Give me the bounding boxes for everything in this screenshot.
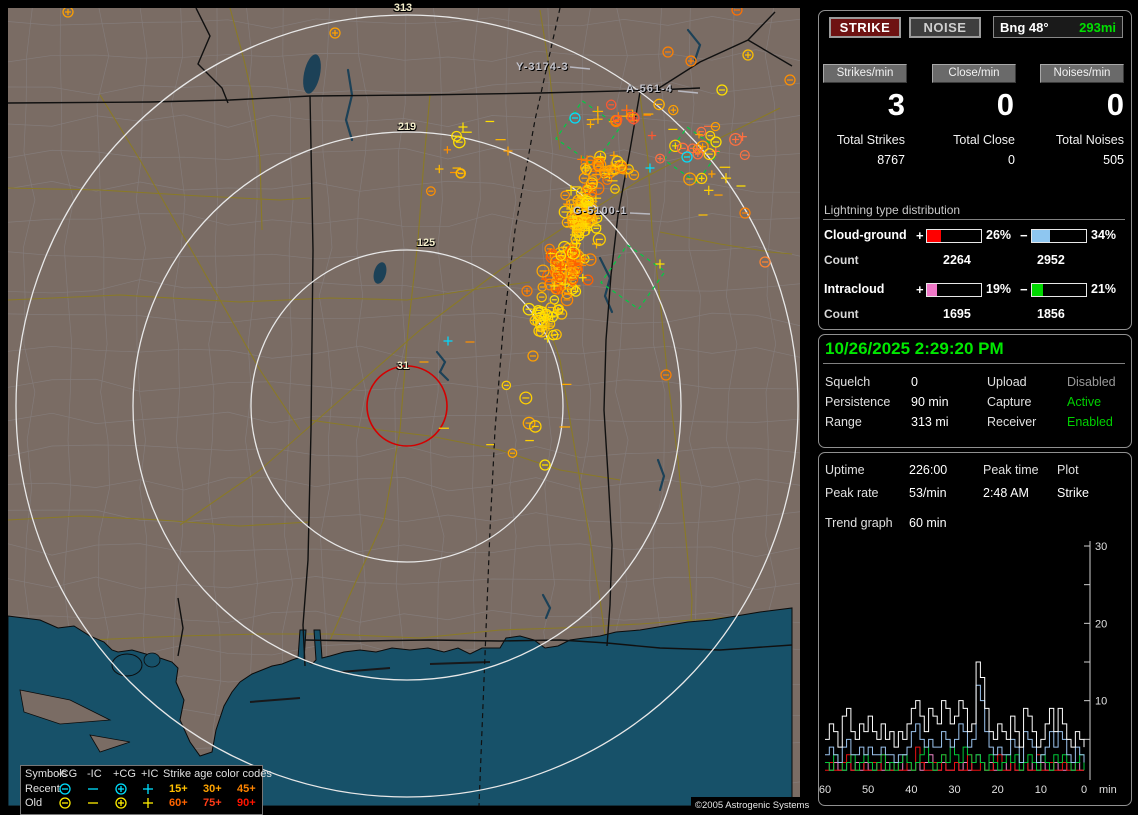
legend-age-title: Strike age color codes bbox=[163, 768, 272, 780]
squelch-label: Squelch bbox=[825, 375, 871, 389]
upload-status: Disabled bbox=[1067, 375, 1116, 389]
chip-close-per-min: Close/min bbox=[932, 64, 1016, 83]
age-code-60: 60+ bbox=[169, 797, 188, 809]
cg-count-label: Count bbox=[824, 253, 859, 267]
bearing-label: Bng 48° bbox=[1000, 19, 1049, 35]
legend-old-circplus-icon bbox=[115, 797, 127, 809]
total-noises-label: Total Noises bbox=[1055, 133, 1124, 147]
total-close-label: Total Close bbox=[953, 133, 1015, 147]
distribution-title: Lightning type distribution bbox=[824, 203, 961, 217]
svg-text:30: 30 bbox=[1095, 541, 1107, 553]
cloud-ground-label: Cloud-ground bbox=[824, 228, 907, 242]
svg-text:30: 30 bbox=[948, 784, 960, 796]
receiver-label: Receiver bbox=[987, 415, 1037, 429]
svg-text:min: min bbox=[1099, 784, 1117, 796]
age-code-30: 30+ bbox=[203, 783, 222, 795]
ic-pos-bar bbox=[926, 283, 982, 297]
strikes-per-min-value: 3 bbox=[887, 87, 905, 122]
upload-label: Upload bbox=[987, 375, 1027, 389]
strike-button[interactable]: STRIKE bbox=[829, 17, 901, 38]
cg-neg-bar bbox=[1031, 229, 1087, 243]
range-value: 313 mi bbox=[911, 415, 949, 429]
svg-text:40: 40 bbox=[905, 784, 917, 796]
cg-neg-pct: 34% bbox=[1091, 228, 1117, 242]
legend-recent-plus-icon bbox=[143, 784, 153, 794]
noise-button[interactable]: NOISE bbox=[909, 17, 981, 38]
chip-strikes-per-min: Strikes/min bbox=[823, 64, 907, 83]
strike-stats-panel: STRIKE NOISE Bng 48° 293mi Strikes/min C… bbox=[818, 10, 1132, 330]
minus-sign: − bbox=[1020, 228, 1028, 243]
svg-text:10: 10 bbox=[1095, 696, 1107, 708]
close-per-min-value: 0 bbox=[996, 87, 1014, 122]
ic-neg-bar bbox=[1031, 283, 1087, 297]
total-noises-value: 505 bbox=[1103, 153, 1124, 167]
ic-neg-pct: 21% bbox=[1091, 282, 1117, 296]
divider bbox=[823, 219, 1125, 220]
capture-status: Active bbox=[1067, 395, 1102, 409]
cg-pos-count: 2264 bbox=[943, 253, 971, 267]
copyright-text: ©2005 Astrogenic Systems bbox=[691, 797, 813, 814]
legend-col-neg-cg: -CG bbox=[57, 768, 78, 780]
ic-neg-count: 1856 bbox=[1037, 307, 1065, 321]
svg-text:60: 60 bbox=[819, 784, 831, 796]
receiver-status: Enabled bbox=[1067, 415, 1113, 429]
total-strikes-label: Total Strikes bbox=[836, 133, 905, 147]
persistence-label: Persistence bbox=[825, 395, 891, 409]
app-window: 313 219 125 31 Y-3174-3 A-561-4 G-5100-1 ©2005… bbox=[0, 0, 1138, 815]
age-code-15: 15+ bbox=[169, 783, 188, 795]
legend-col-pos-cg: +CG bbox=[113, 768, 136, 780]
datetime-display: 10/26/2025 2:29:20 PM bbox=[825, 339, 1004, 358]
ic-count-label: Count bbox=[824, 307, 859, 321]
bearing-distance: 293mi bbox=[1079, 19, 1116, 35]
legend-old-circminus-icon bbox=[59, 797, 71, 809]
trend-graph: 10 20 30 60 50 40 30 20 10 0 min bbox=[819, 541, 1117, 796]
capture-label: Capture bbox=[987, 395, 1032, 409]
age-code-75: 75+ bbox=[203, 797, 222, 809]
map-legend: Symbols Recent Old -CG -IC +CG +IC Strik… bbox=[20, 765, 272, 815]
cg-pos-pct: 26% bbox=[986, 228, 1012, 242]
cg-pos-bar bbox=[926, 229, 982, 243]
trend-panel: Uptime 226:00 Peak time Plot Peak rate 5… bbox=[818, 452, 1132, 806]
persistence-value: 90 min bbox=[911, 395, 949, 409]
ic-pos-count: 1695 bbox=[943, 307, 971, 321]
legend-row-recent-label: Recent bbox=[25, 783, 60, 795]
svg-text:10: 10 bbox=[1035, 784, 1047, 796]
divider bbox=[823, 363, 1125, 364]
legend-row-old-label: Old bbox=[25, 797, 43, 809]
svg-text:50: 50 bbox=[862, 784, 874, 796]
legend-recent-circminus-icon bbox=[59, 783, 71, 795]
status-panel: 10/26/2025 2:29:20 PM Squelch 0 Upload D… bbox=[818, 334, 1132, 448]
age-code-45: 45+ bbox=[237, 783, 256, 795]
legend-recent-circplus-icon bbox=[115, 783, 127, 795]
age-code-90: 90+ bbox=[237, 797, 256, 809]
svg-text:20: 20 bbox=[992, 784, 1004, 796]
legend-recent-minus-icon bbox=[88, 788, 98, 790]
bearing-display: Bng 48° 293mi bbox=[993, 16, 1123, 38]
ic-pos-pct: 19% bbox=[986, 282, 1012, 296]
intracloud-label: Intracloud bbox=[824, 282, 885, 296]
range-label: Range bbox=[825, 415, 862, 429]
minus-sign: − bbox=[1020, 282, 1028, 297]
lightning-map[interactable] bbox=[8, 8, 800, 806]
svg-text:0: 0 bbox=[1081, 784, 1087, 796]
noises-per-min-value: 0 bbox=[1106, 87, 1124, 122]
plus-sign: + bbox=[916, 228, 924, 243]
total-strikes-value: 8767 bbox=[877, 153, 905, 167]
legend-col-neg-ic: -IC bbox=[87, 768, 102, 780]
total-close-value: 0 bbox=[1008, 153, 1015, 167]
squelch-value: 0 bbox=[911, 375, 918, 389]
cg-neg-count: 2952 bbox=[1037, 253, 1065, 267]
plus-sign: + bbox=[916, 282, 924, 297]
chip-noises-per-min: Noises/min bbox=[1040, 64, 1124, 83]
svg-text:20: 20 bbox=[1095, 618, 1107, 630]
legend-old-plus-icon bbox=[143, 798, 153, 808]
legend-old-minus-icon bbox=[88, 802, 98, 804]
legend-col-pos-ic: +IC bbox=[141, 768, 159, 780]
map-canvas[interactable]: 313 219 125 31 Y-3174-3 A-561-4 G-5100-1 ©2005… bbox=[8, 2, 813, 815]
